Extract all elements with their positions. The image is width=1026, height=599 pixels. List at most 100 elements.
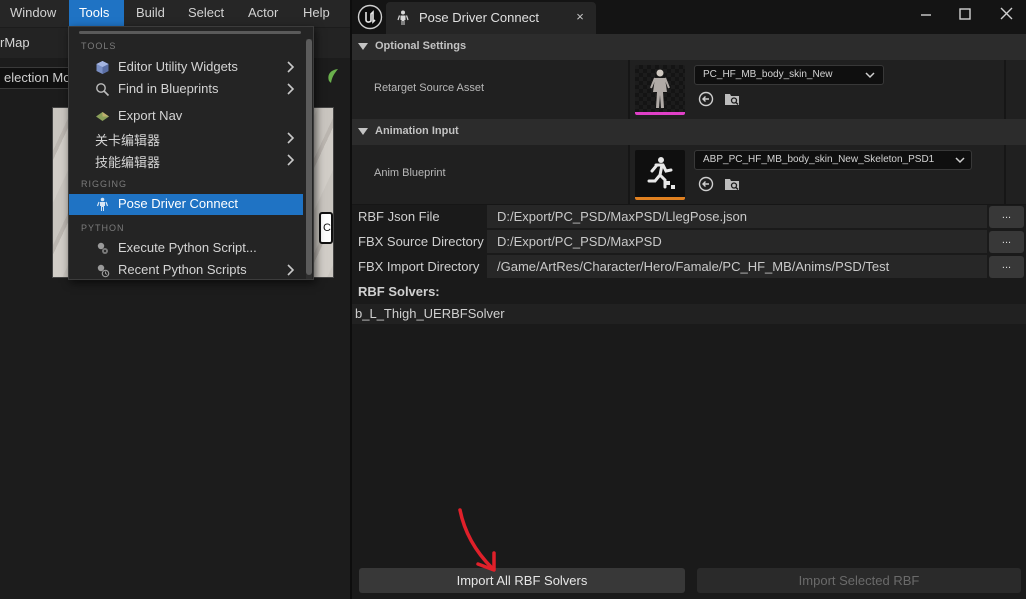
tab-title: Pose Driver Connect bbox=[419, 10, 539, 25]
import-selected-rbf-button[interactable]: Import Selected RBF bbox=[697, 568, 1021, 593]
column-splitter[interactable] bbox=[1004, 145, 1006, 205]
leaf-icon[interactable] bbox=[326, 68, 340, 84]
retarget-source-label: Retarget Source Asset bbox=[374, 82, 485, 94]
fbx-import-directory-label: FBX Import Directory bbox=[358, 259, 480, 274]
anim-blueprint-name: ABP_PC_HF_MB_body_skin_New_Skeleton_PSD1 bbox=[703, 154, 935, 165]
use-selected-icon[interactable] bbox=[698, 176, 714, 192]
fbx-import-directory-row: FBX Import Directory /Game/ArtRes/Charac… bbox=[352, 254, 1026, 279]
browse-asset-icon[interactable] bbox=[724, 91, 740, 107]
menu-actor[interactable]: Actor bbox=[238, 0, 288, 26]
menu-item-label: Pose Driver Connect bbox=[118, 196, 238, 211]
rbf-solvers-header: RBF Solvers: bbox=[358, 284, 440, 299]
fbx-import-browse-button[interactable]: ... bbox=[989, 256, 1024, 278]
section-tools: TOOLS bbox=[81, 41, 117, 51]
menu-item-pose-driver-connect[interactable]: Pose Driver Connect bbox=[69, 194, 303, 215]
tab-pose-driver-connect[interactable]: Pose Driver Connect × bbox=[386, 2, 596, 34]
maximize-icon[interactable] bbox=[953, 4, 977, 24]
fbx-source-browse-button[interactable]: ... bbox=[989, 231, 1024, 253]
fbx-source-directory-value: D:/Export/PC_PSD/MaxPSD bbox=[497, 234, 662, 249]
menu-item-execute-python-script[interactable]: Execute Python Script... bbox=[69, 238, 303, 259]
rbf-json-browse-button[interactable]: ... bbox=[989, 206, 1024, 228]
menu-item-label: 技能编辑器 bbox=[95, 155, 161, 170]
menu-tools[interactable]: Tools bbox=[69, 0, 124, 26]
menu-item-label: Export Nav bbox=[118, 108, 183, 123]
menu-item-level-editor[interactable]: 关卡编辑器 bbox=[69, 128, 303, 149]
chevron-right-icon bbox=[287, 154, 295, 166]
list-item[interactable]: b_L_Thigh_UERBFSolver bbox=[355, 306, 505, 321]
rbf-solvers-list[interactable]: b_L_Thigh_UERBFSolver bbox=[352, 304, 1026, 324]
column-splitter[interactable] bbox=[628, 60, 630, 120]
retarget-asset-picker[interactable]: PC_HF_MB_body_skin_New bbox=[694, 65, 884, 85]
chevron-right-icon bbox=[287, 132, 295, 144]
menu-scrollbar[interactable] bbox=[306, 39, 312, 279]
rbf-json-file-label: RBF Json File bbox=[358, 209, 440, 224]
import-all-rbf-solvers-button[interactable]: Import All RBF Solvers bbox=[359, 568, 685, 593]
fbx-source-directory-label: FBX Source Directory bbox=[358, 234, 484, 249]
window-titlebar[interactable]: Pose Driver Connect × bbox=[352, 0, 1026, 34]
close-tab-icon[interactable]: × bbox=[573, 10, 587, 24]
menu-item-label: Editor Utility Widgets bbox=[118, 59, 238, 74]
fbx-source-directory-field[interactable]: D:/Export/PC_PSD/MaxPSD bbox=[487, 230, 987, 253]
fbx-import-directory-field[interactable]: /Game/ArtRes/Character/Hero/Famale/PC_HF… bbox=[487, 255, 987, 278]
menu-top-handle bbox=[79, 31, 301, 34]
anim-blueprint-picker[interactable]: ABP_PC_HF_MB_body_skin_New_Skeleton_PSD1 bbox=[694, 150, 972, 170]
navmesh-icon bbox=[96, 112, 109, 121]
chevron-down-icon bbox=[865, 72, 875, 79]
person-icon bbox=[397, 10, 409, 25]
selection-mode-dropdown[interactable]: election Mo bbox=[0, 67, 72, 89]
person-icon bbox=[96, 197, 109, 211]
retarget-source-row: Retarget Source Asset PC_HF_MB_body_skin… bbox=[352, 60, 1026, 120]
retarget-asset-name: PC_HF_MB_body_skin_New bbox=[703, 69, 833, 80]
asset-type-bar bbox=[635, 197, 685, 200]
anim-blueprint-row: Anim Blueprint ABP_PC_HF_MB_body_skin_Ne… bbox=[352, 145, 1026, 205]
section-optional-settings[interactable]: Optional Settings bbox=[352, 34, 1026, 60]
level-editor-background: Window Tools Build Select Actor Help rMa… bbox=[0, 0, 352, 599]
fbx-import-directory-value: /Game/ArtRes/Character/Hero/Famale/PC_HF… bbox=[497, 259, 890, 274]
cube-icon bbox=[96, 61, 109, 74]
anim-blueprint-icon bbox=[647, 157, 675, 189]
browse-asset-icon[interactable] bbox=[724, 176, 740, 192]
fbx-source-directory-row: FBX Source Directory D:/Export/PC_PSD/Ma… bbox=[352, 229, 1026, 254]
column-splitter[interactable] bbox=[1004, 60, 1006, 120]
annotation-arrow bbox=[458, 508, 496, 572]
menu-scrollbar-thumb[interactable] bbox=[306, 39, 312, 275]
close-window-icon[interactable] bbox=[995, 4, 1019, 24]
recent-scripts-icon bbox=[97, 264, 110, 278]
rbf-json-file-field[interactable]: D:/Export/PC_PSD/MaxPSD/LlegPose.json bbox=[487, 205, 987, 228]
anim-blueprint-thumbnail[interactable] bbox=[635, 150, 685, 200]
chevron-right-icon bbox=[287, 264, 295, 276]
rbf-json-file-value: D:/Export/PC_PSD/MaxPSD/LlegPose.json bbox=[497, 209, 747, 224]
asset-type-bar bbox=[635, 112, 685, 115]
menu-item-find-in-blueprints[interactable]: Find in Blueprints bbox=[69, 79, 303, 100]
menu-window[interactable]: Window bbox=[0, 0, 66, 26]
menu-item-label: Execute Python Script... bbox=[118, 240, 257, 255]
menu-build[interactable]: Build bbox=[126, 0, 175, 26]
menu-select[interactable]: Select bbox=[178, 0, 234, 26]
retarget-asset-thumbnail[interactable] bbox=[635, 65, 685, 115]
section-rigging: RIGGING bbox=[81, 179, 128, 189]
menu-item-label: Recent Python Scripts bbox=[118, 262, 247, 277]
tools-dropdown-menu: TOOLS Editor Utility Widgets Find in Blu… bbox=[68, 26, 314, 280]
use-selected-icon[interactable] bbox=[698, 91, 714, 107]
rbf-json-file-row: RBF Json File D:/Export/PC_PSD/MaxPSD/Ll… bbox=[352, 204, 1026, 229]
find-blueprint-icon bbox=[96, 83, 110, 97]
menu-item-skill-editor[interactable]: 技能编辑器 bbox=[69, 150, 303, 171]
menu-help[interactable]: Help bbox=[293, 0, 340, 26]
map-tab-label[interactable]: rMap bbox=[0, 35, 30, 50]
anim-blueprint-label: Anim Blueprint bbox=[374, 167, 446, 179]
menu-item-recent-python-scripts[interactable]: Recent Python Scripts bbox=[69, 260, 303, 279]
unreal-logo-icon bbox=[357, 4, 383, 30]
section-animation-input[interactable]: Animation Input bbox=[352, 119, 1026, 145]
viewport-button[interactable]: C bbox=[319, 212, 333, 244]
python-script-icon bbox=[97, 242, 108, 254]
character-mesh-icon bbox=[650, 69, 670, 108]
menu-item-editor-utility-widgets[interactable]: Editor Utility Widgets bbox=[69, 57, 303, 78]
column-splitter[interactable] bbox=[628, 145, 630, 205]
collapse-arrow-icon bbox=[358, 128, 368, 135]
section-label: Optional Settings bbox=[375, 40, 467, 52]
minimize-icon[interactable] bbox=[914, 4, 938, 24]
section-label: Animation Input bbox=[375, 125, 459, 137]
main-menubar: Window Tools Build Select Actor Help bbox=[0, 0, 352, 27]
menu-item-export-nav[interactable]: Export Nav bbox=[69, 106, 303, 127]
chevron-right-icon bbox=[287, 83, 295, 95]
